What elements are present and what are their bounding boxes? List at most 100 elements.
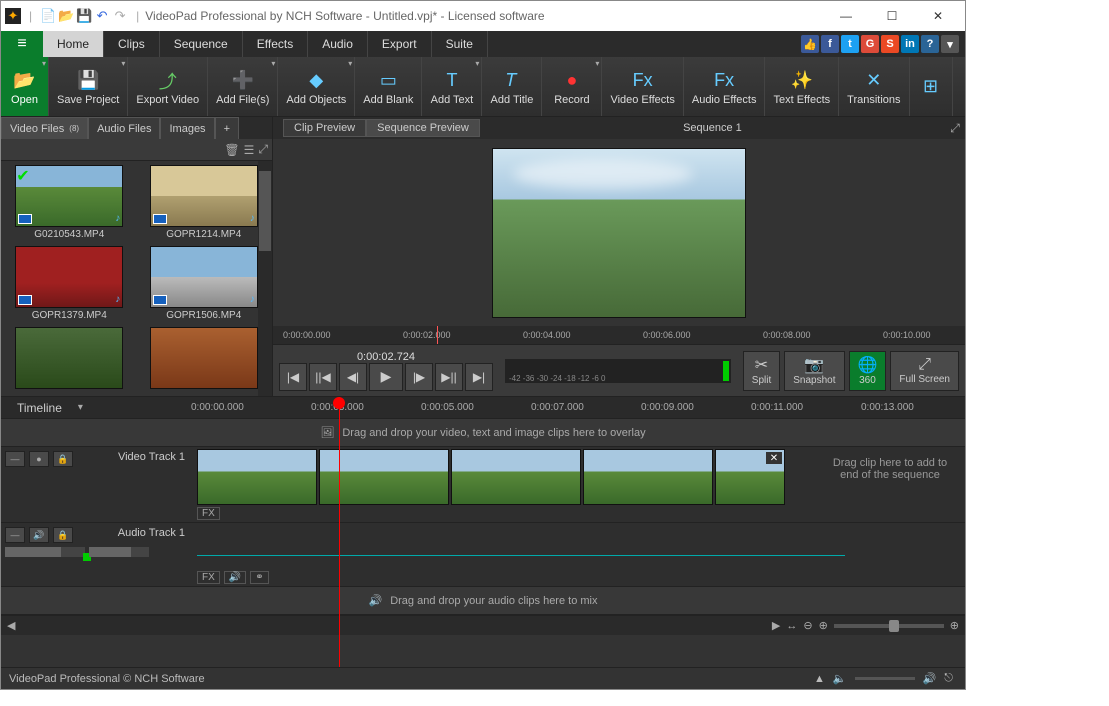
trash-icon[interactable]: 🗑 <box>224 143 239 157</box>
menu-home[interactable]: Home <box>43 31 104 57</box>
clip-item[interactable] <box>5 327 134 389</box>
tab-add[interactable]: + <box>215 117 239 139</box>
menu-sequence[interactable]: Sequence <box>160 31 243 57</box>
open-folder-icon[interactable]: 📂 <box>58 8 74 24</box>
link-icon[interactable]: ⚭ <box>250 571 268 584</box>
audio-effects-button[interactable]: FxAudio Effects <box>684 57 766 116</box>
menu-export[interactable]: Export <box>368 31 432 57</box>
tab-images[interactable]: Images <box>160 117 214 139</box>
audio-mute-icon[interactable]: 🔊 <box>224 571 246 584</box>
volume-slider[interactable] <box>5 547 85 557</box>
frame-fwd-button[interactable]: |▶ <box>405 363 433 391</box>
nch-suite-button[interactable]: ⊞ <box>910 57 953 116</box>
step-fwd-button[interactable]: ▶|| <box>435 363 463 391</box>
transition-icon[interactable]: ✕ <box>766 452 782 464</box>
minimize-button[interactable]: — <box>823 2 869 30</box>
tab-clip-preview[interactable]: Clip Preview <box>283 119 366 137</box>
hamburger-menu[interactable]: ≡ <box>1 31 43 57</box>
fx-button[interactable]: FX <box>197 507 220 520</box>
fullscreen-button[interactable]: ⤢Full Screen <box>890 351 959 391</box>
track-lock-icon[interactable]: 🔒 <box>53 451 73 467</box>
master-volume-slider[interactable] <box>855 677 915 680</box>
preview-ruler[interactable]: 0:00:00.000 0:00:02.000 0:00:04.000 0:00… <box>273 326 965 344</box>
redo-icon[interactable]: ↷ <box>112 8 128 24</box>
zoom-fit-icon[interactable]: ⊕ <box>950 619 959 632</box>
clip-item[interactable] <box>140 327 269 389</box>
track-lock-icon[interactable]: 🔒 <box>53 527 73 543</box>
ruler-dropdown-icon[interactable]: ▾ <box>78 402 83 413</box>
linkedin-icon[interactable]: in <box>901 35 919 53</box>
zoom-in-icon[interactable]: ⊕ <box>819 619 828 632</box>
zoom-out-icon[interactable]: ⊖ <box>803 619 812 632</box>
volume-slider[interactable] <box>89 547 149 557</box>
menu-suite[interactable]: Suite <box>432 31 488 57</box>
scroll-right-icon[interactable]: ▶ <box>772 619 780 632</box>
mute-icon[interactable]: 🔈 <box>833 672 847 685</box>
twitter-icon[interactable]: t <box>841 35 859 53</box>
zoom-slider[interactable] <box>834 624 944 628</box>
facebook-icon[interactable]: f <box>821 35 839 53</box>
clip-item[interactable]: ♪GOPR1214.MP4 <box>140 165 269 240</box>
tab-audio-files[interactable]: Audio Files <box>88 117 160 139</box>
up-icon[interactable]: ▲ <box>814 673 825 685</box>
track-collapse-icon[interactable]: — <box>5 527 25 543</box>
add-text-button[interactable]: TAdd Text▾ <box>422 57 482 116</box>
timeline-clip[interactable] <box>583 449 713 505</box>
new-icon[interactable]: 📄 <box>40 8 56 24</box>
timeline-ruler[interactable]: Timeline ▾ 0:00:00.000 0:00:03.000 0:00:… <box>1 397 965 419</box>
add-files-button[interactable]: ➕Add File(s)▾ <box>208 57 278 116</box>
play-button[interactable]: ▶ <box>369 363 403 391</box>
clip-item[interactable]: ✔♪G0210543.MP4 <box>5 165 134 240</box>
timeline-clip[interactable] <box>451 449 581 505</box>
menu-clips[interactable]: Clips <box>104 31 160 57</box>
save-project-button[interactable]: 💾Save Project▾ <box>49 57 128 116</box>
clip-item[interactable]: ♪GOPR1379.MP4 <box>5 246 134 321</box>
expand-bin-icon[interactable]: ⤢ <box>258 142 268 157</box>
clip-item[interactable]: ♪GOPR1506.MP4 <box>140 246 269 321</box>
step-back-button[interactable]: ||◀ <box>309 363 337 391</box>
audio-waveform[interactable] <box>191 523 965 586</box>
track-collapse-icon[interactable]: — <box>5 451 25 467</box>
undo-icon[interactable]: ↶ <box>94 8 110 24</box>
tab-sequence-preview[interactable]: Sequence Preview <box>366 119 480 137</box>
track-mute-icon[interactable]: 🔊 <box>29 527 49 543</box>
video-effects-button[interactable]: FxVideo Effects <box>602 57 683 116</box>
go-end-button[interactable]: ▶| <box>465 363 493 391</box>
timeline-clip[interactable]: ✕ <box>715 449 785 505</box>
scroll-left-icon[interactable]: ◀ <box>7 619 15 632</box>
add-blank-button[interactable]: ▭Add Blank <box>355 57 422 116</box>
360-button[interactable]: 🌐360 <box>849 351 887 391</box>
bin-scrollbar[interactable] <box>258 161 272 396</box>
dropdown-icon[interactable]: ▾ <box>941 35 959 53</box>
overlay-track[interactable]: 🖼 Drag and drop your video, text and ima… <box>1 419 965 447</box>
fit-icon[interactable]: ↔ <box>786 620 797 632</box>
add-objects-button[interactable]: ◆Add Objects▾ <box>278 57 355 116</box>
menu-audio[interactable]: Audio <box>308 31 368 57</box>
go-start-button[interactable]: |◀ <box>279 363 307 391</box>
transitions-button[interactable]: ✕Transitions <box>839 57 909 116</box>
stumble-icon[interactable]: S <box>881 35 899 53</box>
audio-mix-track[interactable]: 🔊 Drag and drop your audio clips here to… <box>1 587 965 615</box>
google-icon[interactable]: G <box>861 35 879 53</box>
list-view-icon[interactable]: ☰ <box>244 143 255 157</box>
help-icon[interactable]: ? <box>921 35 939 53</box>
playhead-line[interactable] <box>339 397 340 667</box>
timeline-clip[interactable] <box>197 449 317 505</box>
export-video-button[interactable]: ⤴Export Video <box>128 57 208 116</box>
track-eye-icon[interactable]: ● <box>29 451 49 467</box>
speaker-icon[interactable]: 🔊 <box>923 672 937 685</box>
settings-icon[interactable]: ⎋ <box>944 672 953 685</box>
maximize-button[interactable]: ☐ <box>869 2 915 30</box>
snapshot-button[interactable]: 📷Snapshot <box>784 351 844 391</box>
expand-preview-icon[interactable]: ⤢ <box>945 119 965 137</box>
like-icon[interactable]: 👍 <box>801 35 819 53</box>
menu-effects[interactable]: Effects <box>243 31 308 57</box>
add-title-button[interactable]: 𝑇Add Title <box>482 57 542 116</box>
split-button[interactable]: ✂Split <box>743 351 780 391</box>
close-button[interactable]: ✕ <box>915 2 961 30</box>
save-icon[interactable]: 💾 <box>76 8 92 24</box>
text-effects-button[interactable]: ✨Text Effects <box>765 57 839 116</box>
record-button[interactable]: ●Record▾ <box>542 57 602 116</box>
fx-button[interactable]: FX <box>197 571 220 584</box>
tab-video-files[interactable]: Video Files (8) <box>1 117 88 139</box>
